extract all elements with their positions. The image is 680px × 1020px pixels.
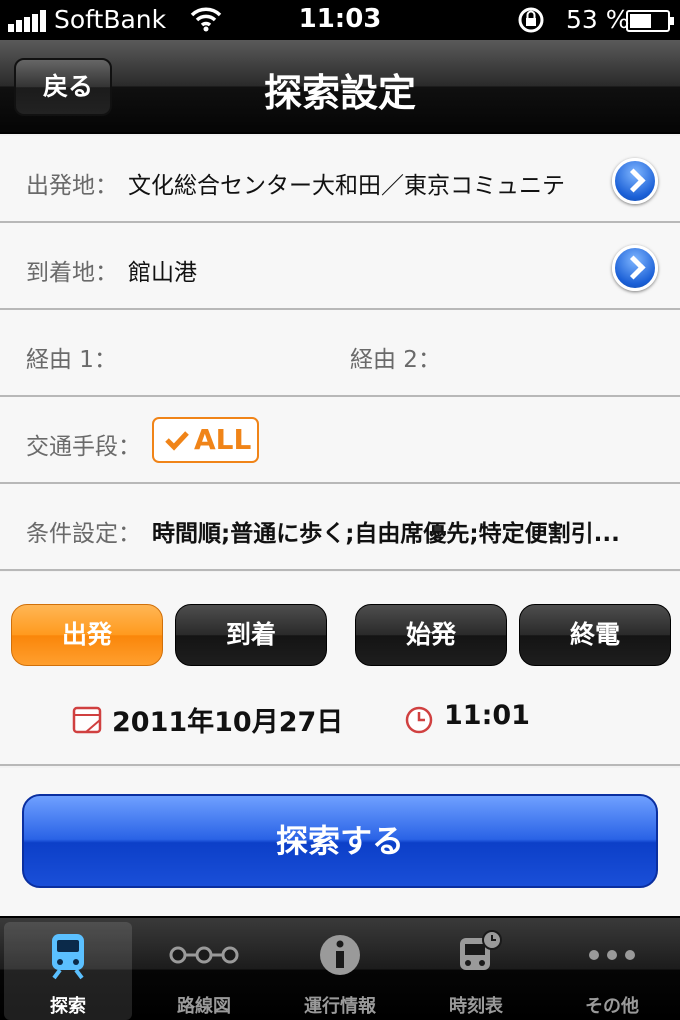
arrival-value: 館山港 (128, 260, 197, 286)
via-row: 経由 1： 経由 2： (0, 310, 680, 397)
transport-all-badge[interactable]: ALL (152, 417, 259, 463)
tab-timetable[interactable]: 時刻表 (412, 922, 540, 1020)
departure-disclosure-icon[interactable] (612, 158, 658, 204)
battery-percent: 53 % (566, 5, 630, 34)
search-button[interactable]: 探索する (22, 794, 658, 888)
transport-value: ALL (194, 423, 252, 456)
route-map-icon (169, 946, 239, 964)
conditions-row[interactable]: 条件設定： 時間順;普通に歩く;自由席優先;特定便割引... (0, 484, 680, 571)
arrival-disclosure-icon[interactable] (612, 245, 658, 291)
more-icon (589, 950, 635, 960)
search-date[interactable]: 2011年10月27日 (112, 700, 343, 739)
tab-route-map-label: 路線図 (177, 996, 231, 1017)
navigation-bar: 戻る 探索設定 (0, 40, 680, 134)
timetable-icon (460, 930, 502, 970)
info-icon (320, 935, 360, 975)
search-time[interactable]: 11:01 (444, 700, 530, 731)
tab-bar: 探索 路線図 運行情報 時刻表 その他 (0, 916, 680, 1020)
clock-icon (405, 706, 433, 734)
departure-row[interactable]: 出発地： 文化総合センター大和田／東京コミュニテ (0, 136, 680, 223)
wifi-icon (190, 7, 222, 32)
search-section: 探索する (0, 768, 680, 916)
tab-timetable-label: 時刻表 (449, 996, 503, 1017)
via2-field[interactable]: 経由 2： (350, 340, 441, 374)
tab-other-label: その他 (585, 996, 639, 1017)
calendar-icon (72, 706, 102, 734)
departure-mode-button[interactable]: 出発 (11, 604, 163, 666)
search-settings-form: 出発地： 文化総合センター大和田／東京コミュニテ 到着地： 館山港 経由 1： … (0, 136, 680, 571)
signal-icon (8, 10, 48, 32)
tab-service-info-label: 運行情報 (304, 996, 376, 1017)
tab-search[interactable]: 探索 (4, 922, 132, 1020)
battery-icon (626, 10, 674, 32)
via1-field[interactable]: 経由 1： (26, 340, 117, 374)
arrival-row[interactable]: 到着地： 館山港 (0, 223, 680, 310)
back-button-label: 戻る (42, 72, 93, 101)
tab-other[interactable]: その他 (548, 922, 676, 1020)
last-train-button[interactable]: 終電 (519, 604, 671, 666)
carrier-name: SoftBank (54, 5, 167, 34)
rotation-lock-icon (518, 7, 544, 33)
arrival-mode-button[interactable]: 到着 (175, 604, 327, 666)
back-button[interactable]: 戻る (14, 58, 112, 116)
conditions-label: 条件設定： (26, 521, 141, 547)
tab-route-map[interactable]: 路線図 (140, 922, 268, 1020)
tab-service-info[interactable]: 運行情報 (276, 922, 404, 1020)
first-train-button[interactable]: 始発 (355, 604, 507, 666)
transport-row[interactable]: 交通手段： ALL (0, 397, 680, 484)
datetime-row: 2011年10月27日 11:01 (0, 698, 680, 738)
status-bar: SoftBank 11:03 53 % (0, 0, 680, 40)
check-icon (165, 431, 189, 451)
transport-label: 交通手段： (26, 434, 141, 460)
train-icon (52, 934, 84, 980)
departure-value: 文化総合センター大和田／東京コミュニテ (128, 173, 565, 199)
conditions-value: 時間順;普通に歩く;自由席優先;特定便割引... (152, 521, 620, 547)
tab-search-label: 探索 (50, 996, 86, 1017)
time-mode-section: 出発 到着 始発 終電 2011年10月27日 11:01 (0, 572, 680, 766)
departure-label: 出発地： (26, 173, 118, 199)
arrival-label: 到着地： (26, 260, 118, 286)
